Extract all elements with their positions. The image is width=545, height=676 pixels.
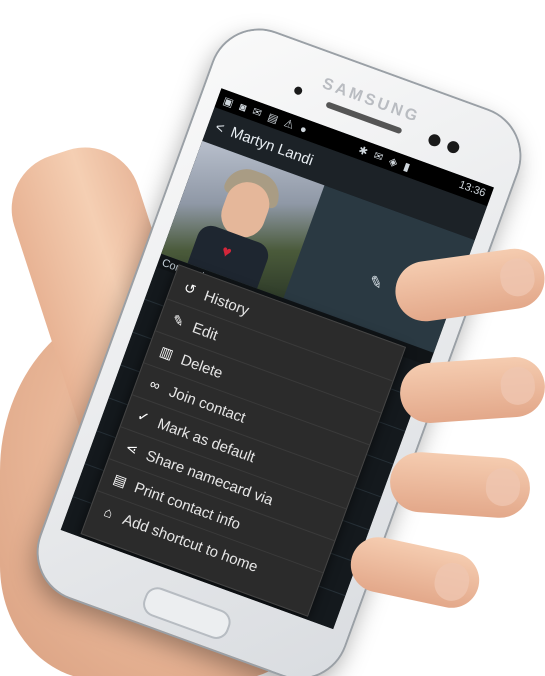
home-icon: ⌂ (101, 503, 116, 522)
menu-item-label: Edit (189, 319, 221, 345)
pencil-icon[interactable]: ✎ (366, 271, 385, 294)
check-icon: ✓ (135, 406, 152, 426)
photo-scene: SAMSUNG ▣ ◙ ✉ ▤ ⚠ ● ✱ ✉ ◈ ▮ 13:36 < Mart… (0, 0, 545, 676)
link-icon: ∞ (147, 375, 163, 394)
menu-item-label: History (201, 287, 252, 320)
fingernail (499, 365, 537, 406)
fingernail (431, 559, 473, 604)
back-icon[interactable]: < (214, 118, 227, 136)
share-icon: ⋖ (123, 438, 141, 458)
hand-finger (398, 355, 545, 425)
fingernail (497, 256, 537, 299)
print-icon: ▤ (111, 470, 130, 491)
menu-item-label: Delete (178, 351, 225, 383)
hand-finger (345, 532, 485, 613)
fingernail (484, 466, 522, 508)
hand-finger (388, 450, 532, 520)
notification-led (293, 85, 304, 96)
history-icon: ↺ (181, 279, 199, 299)
trash-icon: ▥ (157, 342, 176, 363)
pencil-icon: ✎ (170, 311, 187, 331)
